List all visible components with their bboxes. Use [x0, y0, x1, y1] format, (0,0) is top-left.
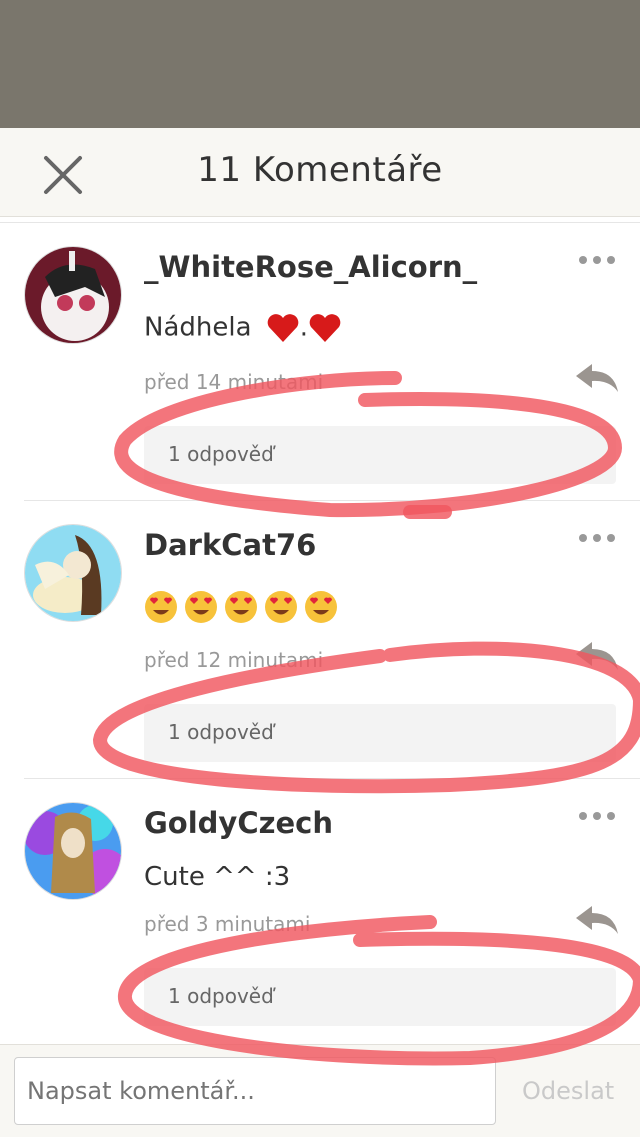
dimmed-background: [0, 0, 640, 128]
more-icon: [579, 812, 615, 820]
comment-input[interactable]: [14, 1057, 496, 1125]
reply-icon: [576, 906, 618, 934]
replies-button[interactable]: 1 odpověď: [144, 426, 616, 484]
timestamp: před 3 minutami: [144, 912, 311, 936]
timestamp: před 14 minutami: [144, 370, 324, 394]
avatar[interactable]: [24, 802, 122, 900]
username[interactable]: _WhiteRose_Alicorn_: [144, 250, 477, 284]
comments-header: 11 Komentáře: [0, 128, 640, 217]
divider: [24, 500, 640, 501]
comment-composer: Odeslat: [0, 1044, 640, 1137]
reply-button[interactable]: [574, 640, 620, 672]
username[interactable]: DarkCat76: [144, 528, 316, 562]
heart-eyes-emoji: [265, 591, 297, 623]
more-icon: [579, 534, 615, 542]
separator-text: .: [299, 312, 309, 343]
more-icon: [579, 256, 615, 264]
heart-eyes-emoji: [145, 591, 177, 623]
page-title: 11 Komentáře: [197, 150, 443, 190]
replies-button[interactable]: 1 odpověď: [144, 704, 616, 762]
replies-label: 1 odpověď: [168, 442, 274, 466]
username[interactable]: GoldyCzech: [144, 806, 333, 840]
heart-eyes-emoji: [305, 591, 337, 623]
heart-eyes-emoji: [185, 591, 217, 623]
more-options-button[interactable]: [576, 530, 618, 546]
divider: [24, 778, 640, 779]
heart-eyes-emoji: [225, 591, 257, 623]
reply-icon: [576, 642, 618, 670]
comment-text: Cute ^^ :3: [144, 862, 291, 892]
reply-icon: [576, 364, 618, 392]
more-options-button[interactable]: [576, 252, 618, 268]
timestamp: před 12 minutami: [144, 648, 324, 672]
avatar[interactable]: [24, 524, 122, 622]
reply-button[interactable]: [574, 904, 620, 936]
reply-button[interactable]: [574, 362, 620, 394]
replies-button[interactable]: 1 odpověď: [144, 968, 616, 1026]
comment-text: Nádhela .: [144, 312, 342, 344]
replies-label: 1 odpověď: [168, 984, 274, 1008]
replies-label: 1 odpověď: [168, 720, 274, 744]
comment-emojis: [144, 590, 344, 624]
heart-emoji: [267, 314, 299, 342]
comment-text-content: Nádhela: [144, 312, 252, 343]
send-button[interactable]: Odeslat: [522, 1077, 614, 1105]
avatar[interactable]: [24, 246, 122, 344]
heart-emoji: [309, 314, 341, 342]
more-options-button[interactable]: [576, 808, 618, 824]
divider: [0, 222, 640, 223]
